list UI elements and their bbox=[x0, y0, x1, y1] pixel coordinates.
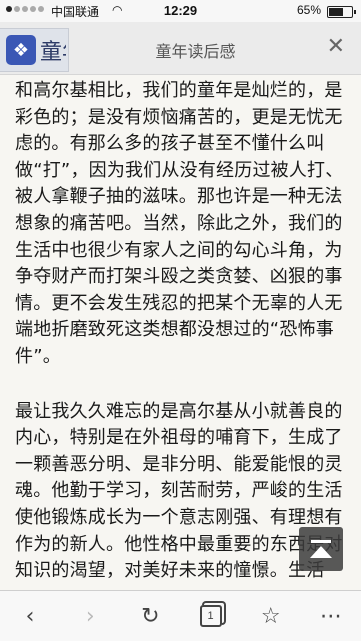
page-title: 童年读后感 bbox=[155, 42, 236, 61]
tab-count: 1 bbox=[199, 605, 222, 627]
status-bar: 中国联通 ◠ 12:29 65% bbox=[0, 0, 361, 22]
paw-logo-icon: ❖ bbox=[6, 35, 36, 65]
battery-percentage: 65% bbox=[296, 3, 321, 17]
tabs-button[interactable]: 1 bbox=[186, 596, 236, 636]
close-icon[interactable]: ✕ bbox=[327, 34, 345, 59]
bottom-toolbar: ‹ › ↻ 1 ☆ ⋯ bbox=[0, 590, 361, 641]
battery-icon bbox=[327, 6, 356, 18]
back-icon[interactable]: ‹ bbox=[5, 596, 55, 636]
refresh-icon[interactable]: ↻ bbox=[125, 596, 175, 636]
article-body: 和高尔基相比，我们的童年是灿烂的，是彩色的；是没有烦恼痛苦的，更是无忧无虑的。有… bbox=[15, 78, 351, 590]
more-icon[interactable]: ⋯ bbox=[306, 596, 356, 636]
site-logo-text: 童年 bbox=[40, 40, 66, 65]
site-logo-tab[interactable]: ❖ 童年 bbox=[0, 28, 69, 72]
back-to-top-bar bbox=[311, 540, 331, 543]
favorite-icon[interactable]: ☆ bbox=[246, 596, 296, 636]
back-to-top-button[interactable] bbox=[299, 527, 343, 571]
article-paragraph: 和高尔基相比，我们的童年是灿烂的，是彩色的；是没有烦恼痛苦的，更是无忧无虑的。有… bbox=[15, 80, 344, 367]
up-arrow-icon bbox=[310, 546, 332, 558]
reader-header: ❖ 童年 童年读后感 ✕ bbox=[0, 22, 361, 75]
forward-icon[interactable]: › bbox=[65, 596, 115, 636]
